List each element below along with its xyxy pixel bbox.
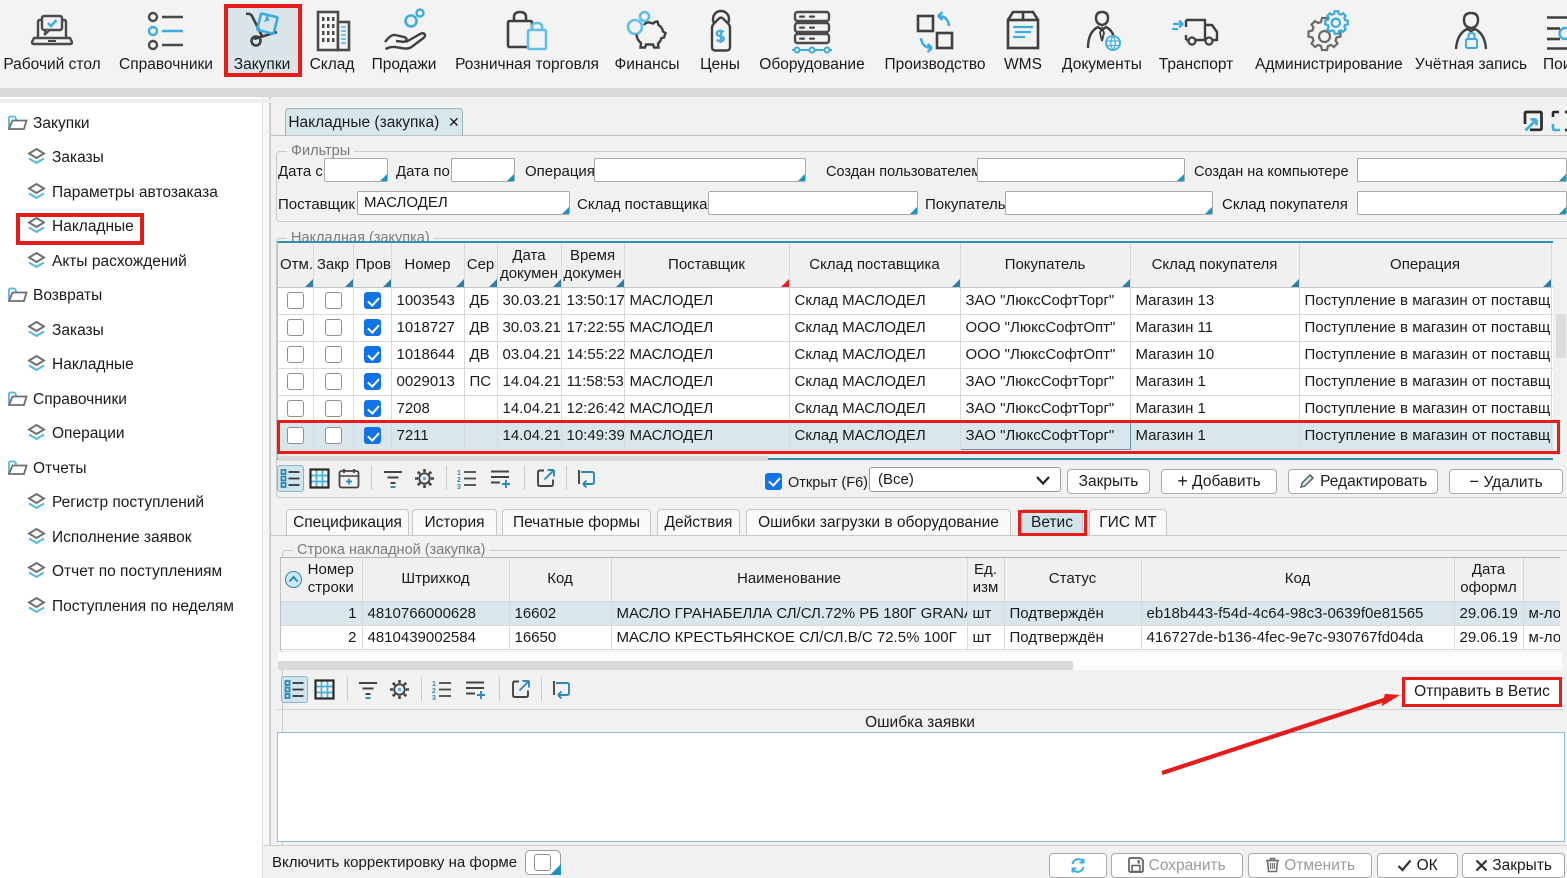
svg-text:1: 1 [457,470,461,477]
svg-text:2: 2 [457,477,461,484]
svg-text:1: 1 [432,681,436,688]
svg-text:3: 3 [457,484,461,489]
svg-text:2: 2 [432,688,436,695]
svg-text:3: 3 [432,695,436,700]
